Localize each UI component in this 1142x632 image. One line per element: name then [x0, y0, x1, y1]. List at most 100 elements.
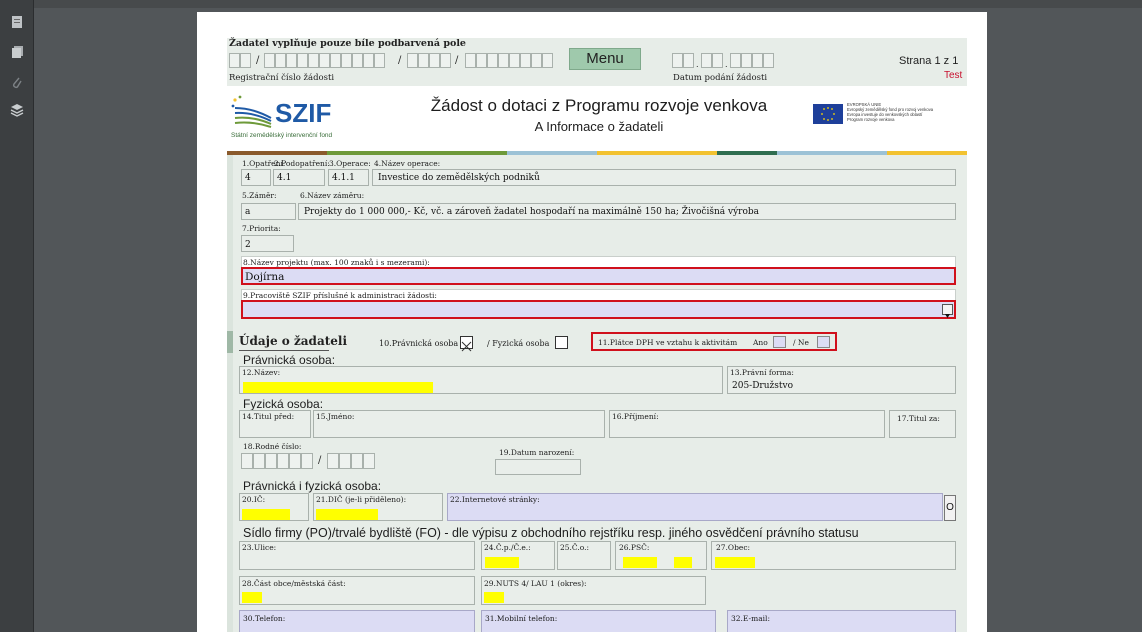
cast-obce-field: 28.Část obce/městská část: — [239, 576, 475, 605]
jmeno-label: 15.Jméno: — [316, 412, 355, 421]
nazev-operace-label: 4.Název operace: — [374, 159, 441, 168]
project-name-input[interactable]: Dojírna — [241, 267, 956, 285]
dropdown-arrow-icon[interactable] — [942, 304, 953, 318]
fyzicka-osoba-checkbox[interactable] — [555, 336, 568, 349]
psc-label: 26.PSČ: — [619, 543, 650, 552]
nuts-field: 29.NUTS 4/ LAU 1 (okres): — [481, 576, 706, 605]
both-heading: Právnická i fyzická osoba: — [243, 479, 382, 493]
ic-field: 20.IČ: — [239, 493, 309, 521]
opatreni-field: 4 — [241, 169, 271, 186]
titul-pred-field[interactable]: 14.Titul před: — [239, 410, 311, 438]
operace-field: 4.1.1 — [328, 169, 369, 186]
psc-input-1[interactable] — [623, 557, 657, 568]
rodne-cislo-label: 18.Rodné číslo: — [243, 442, 302, 451]
operace-label: 3.Operace: — [329, 159, 371, 168]
co-field[interactable]: 25.Č.o.: — [557, 541, 611, 570]
nazev-operace-field: Investice do zemědělských podniků — [372, 169, 956, 186]
mobil-label: 31.Mobilní telefon: — [485, 614, 558, 623]
cast-obce-input[interactable] — [242, 592, 262, 603]
copy-icon[interactable] — [9, 44, 25, 60]
dph-ne-checkbox[interactable] — [817, 336, 830, 348]
telefon-label: 30.Telefon: — [243, 614, 286, 623]
pages-icon[interactable] — [9, 14, 25, 30]
mobil-field[interactable]: 31.Mobilní telefon: — [481, 610, 716, 632]
obec-field: 27.Obec: — [711, 541, 956, 570]
cp-label: 24.Č.p./Č.e.: — [484, 543, 531, 552]
section-sidebar — [227, 155, 233, 632]
nazev-field: 12.Název: — [239, 366, 723, 394]
obec-input[interactable] — [715, 557, 755, 568]
pracoviste-select[interactable] — [241, 300, 956, 319]
pravnicka-heading: Právnická osoba: — [243, 353, 336, 367]
titul-za-field[interactable]: 17.Titul za: — [889, 410, 956, 438]
open-web-button[interactable]: O — [944, 495, 956, 521]
color-strip — [327, 151, 507, 155]
form-title: Žádost o dotaci z Programu rozvoje venko… — [430, 96, 768, 115]
menu-button[interactable]: Menu — [569, 48, 641, 70]
prijmeni-label: 16.Příjmení: — [612, 412, 659, 421]
page-info: Strana 1 z 1 — [899, 55, 959, 67]
color-strip — [887, 151, 967, 155]
cp-field: 24.Č.p./Č.e.: — [481, 541, 555, 570]
nazev-label: 12.Název: — [242, 368, 281, 377]
color-strip — [597, 151, 717, 155]
telefon-field[interactable]: 30.Telefon: — [239, 610, 475, 632]
podopatreni-field: 4.1 — [273, 169, 325, 186]
document-page: Žadatel vyplňuje pouze bíle podbarvená p… — [197, 12, 987, 632]
viewer-left-toolbar — [0, 0, 34, 632]
ulice-label: 23.Ulice: — [242, 543, 277, 552]
nazev-zameru-field: Projekty do 1 000 000,- Kč, vč. a zárove… — [298, 203, 956, 220]
zamer-field: a — [241, 203, 296, 220]
szif-subtitle: Státní zemědělský intervenční fond — [231, 132, 333, 139]
test-label: Test — [944, 70, 963, 81]
szif-logo: SZIF Státní zemědělský intervenční fond — [231, 92, 361, 142]
psc-input-2[interactable] — [674, 557, 692, 568]
ic-input[interactable] — [242, 509, 290, 520]
pravni-forma-value: 205-Družstvo — [732, 381, 794, 391]
pracoviste-label: 9.Pracoviště SZIF příslušné k administra… — [243, 291, 437, 300]
co-label: 25.Č.o.: — [560, 543, 590, 552]
submission-date-label: Datum podání žádosti — [673, 73, 768, 83]
jmeno-field[interactable]: 15.Jméno: — [313, 410, 605, 438]
nazev-input[interactable] — [243, 382, 433, 393]
obec-label: 27.Obec: — [716, 543, 751, 552]
attachment-icon[interactable] — [9, 74, 25, 90]
eu-logo: EVROPSKÁ UNIE Evropský zemědělský fond p… — [813, 100, 963, 136]
pravni-forma-label: 13.Právní forma: — [730, 368, 794, 377]
psc-field: 26.PSČ: — [615, 541, 707, 570]
dph-ano-label: Ano — [753, 338, 768, 347]
nuts-input[interactable] — [484, 592, 504, 603]
cp-input[interactable] — [485, 557, 519, 568]
priorita-label: 7.Priorita: — [242, 224, 281, 233]
podopatreni-label: 2.Podopatření: — [274, 159, 330, 168]
applicant-heading: Údaje o žadateli — [239, 334, 348, 348]
datum-narozeni-field[interactable] — [495, 459, 581, 475]
color-strip — [777, 151, 887, 155]
heading-underline — [239, 350, 329, 351]
layers-icon[interactable] — [9, 102, 25, 118]
viewer-top-bar — [34, 0, 1142, 8]
section-marker — [227, 331, 233, 353]
web-label: 22.Internetové stránky: — [450, 495, 540, 504]
pravnicka-osoba-checkbox[interactable] — [460, 336, 473, 352]
pravni-forma-field: 13.Právní forma: 205-Družstvo — [727, 366, 956, 394]
fyzicka-heading: Fyzická osoba: — [243, 397, 324, 411]
email-field[interactable]: 32.E-mail: — [727, 610, 956, 632]
instruction-text: Žadatel vyplňuje pouze bíle podbarvená p… — [229, 38, 466, 49]
color-strip — [717, 151, 777, 155]
prijmeni-field[interactable]: 16.Příjmení: — [609, 410, 885, 438]
web-field[interactable]: 22.Internetové stránky: — [447, 493, 943, 521]
eu-caption: EVROPSKÁ UNIE Evropský zemědělský fond p… — [847, 102, 934, 122]
zamer-label: 5.Záměr: — [242, 191, 277, 200]
fyzicka-osoba-label: / Fyzická osoba — [487, 339, 550, 348]
datum-narozeni-label: 19.Datum narození: — [499, 448, 575, 457]
ic-label: 20.IČ: — [242, 495, 266, 504]
ulice-field[interactable]: 23.Ulice: — [239, 541, 475, 570]
nuts-label: 29.NUTS 4/ LAU 1 (okres): — [484, 579, 587, 588]
dic-label: 21.DIČ (je-li přiděleno): — [316, 495, 407, 504]
dph-ano-checkbox[interactable] — [773, 336, 786, 348]
cast-obce-label: 28.Část obce/městská část: — [242, 579, 346, 588]
dic-input[interactable] — [316, 509, 378, 520]
nazev-zameru-label: 6.Název záměru: — [300, 191, 365, 200]
dic-field: 21.DIČ (je-li přiděleno): — [313, 493, 443, 521]
